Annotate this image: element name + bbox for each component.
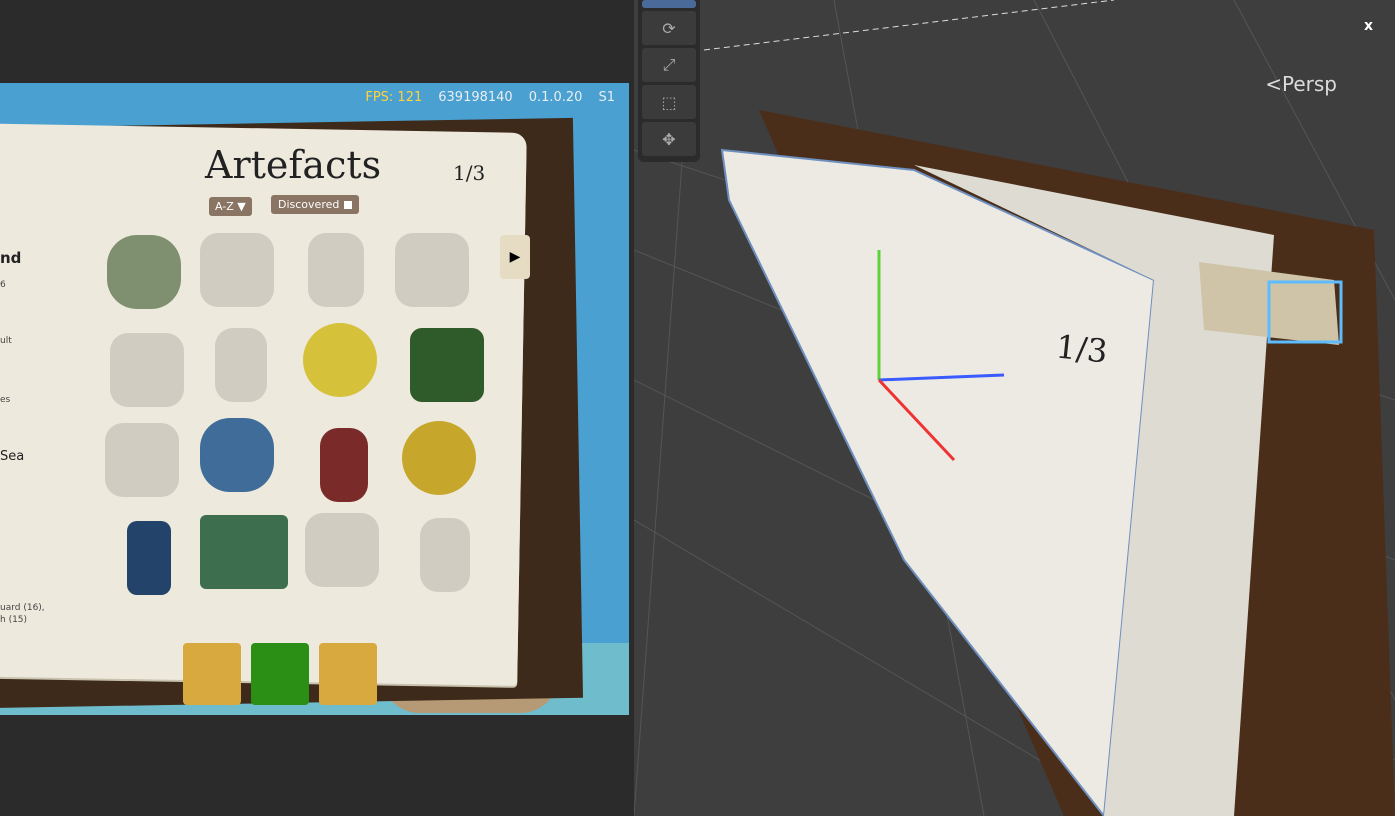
left-page-fragment: Sea [0, 449, 25, 464]
transform-icon: ✥ [662, 129, 676, 149]
hud: FPS: 121 639198140 0.1.0.20 S1 [365, 90, 615, 105]
sort-dropdown[interactable]: A-Z ▼ [209, 197, 252, 216]
left-page-title-fragment: nd [0, 249, 22, 267]
build-id: 639198140 [438, 90, 513, 105]
tab-creatures[interactable] [319, 643, 377, 705]
discovered-label: Discovered [278, 198, 340, 211]
left-page-fragment: uard (16), [0, 603, 45, 613]
checkbox-icon [344, 201, 353, 209]
transform-toolbar: ⟳ ⤢ ⬚ ✥ [638, 0, 700, 162]
page-title: Artefacts [205, 143, 382, 187]
scene-grid [634, 0, 1395, 816]
play-arrow-icon: ▶ [509, 249, 521, 265]
artefact-locked[interactable] [215, 328, 267, 402]
discovered-filter-toggle[interactable]: Discovered [271, 195, 360, 214]
artefact-locked[interactable] [200, 233, 274, 307]
axis-gizmo-x-label[interactable]: x [1364, 18, 1373, 34]
next-page-button[interactable]: ▶ [500, 235, 530, 279]
move-tool-button[interactable] [642, 0, 696, 8]
left-page-fragment: h (15) [0, 615, 28, 625]
artefact-locked[interactable] [395, 233, 469, 307]
artefact-ring[interactable] [303, 323, 377, 397]
artefact-tentacle[interactable] [200, 418, 274, 492]
artefact-candle[interactable] [127, 521, 171, 595]
scale-icon: ⤢ [662, 55, 676, 74]
book-page [0, 123, 527, 686]
rect-tool-button[interactable]: ⬚ [642, 85, 696, 119]
left-page-fragment: ult [0, 336, 12, 346]
tab-artefacts[interactable] [251, 643, 309, 705]
scale-tool-button[interactable]: ⤢ [642, 48, 696, 82]
rect-icon: ⬚ [661, 92, 677, 112]
save-slot-label: S1 [598, 90, 615, 105]
game-view[interactable]: FPS: 121 639198140 0.1.0.20 S1 nd 6 ult … [0, 83, 629, 715]
persp-toggle[interactable]: <Persp [1265, 72, 1337, 96]
artefact-jug[interactable] [410, 328, 484, 402]
artefact-locked[interactable] [105, 423, 179, 497]
artefact-locked[interactable] [305, 513, 379, 587]
left-page-fragment: es [0, 395, 11, 405]
artefact-locked[interactable] [308, 233, 364, 307]
artefact-idol[interactable] [320, 428, 368, 502]
transform-tool-button[interactable]: ✥ [642, 122, 696, 156]
left-page-fragment: 6 [0, 280, 6, 290]
artefact-crate[interactable] [200, 515, 288, 589]
book-tabs [183, 643, 377, 705]
scene-page-number: 1/3 [1054, 327, 1110, 371]
artefact-locked[interactable] [110, 333, 184, 407]
tab-journal[interactable] [183, 643, 241, 705]
rotate-icon: ⟳ [662, 18, 676, 38]
page-number: 1/3 [453, 161, 486, 185]
version-label: 0.1.0.20 [528, 90, 583, 105]
rotate-tool-button[interactable]: ⟳ [642, 11, 696, 45]
scene-view-panel[interactable]: ⟳ ⤢ ⬚ ✥ 1/3 <Persp x [634, 0, 1395, 816]
book-page-3d [720, 148, 1156, 816]
fps-counter: FPS: 121 [365, 90, 423, 105]
artefact-compass[interactable] [402, 421, 476, 495]
game-view-panel: FPS: 121 639198140 0.1.0.20 S1 nd 6 ult … [0, 0, 634, 816]
artefact-rope[interactable] [107, 235, 181, 309]
artefact-locked[interactable] [420, 518, 470, 592]
